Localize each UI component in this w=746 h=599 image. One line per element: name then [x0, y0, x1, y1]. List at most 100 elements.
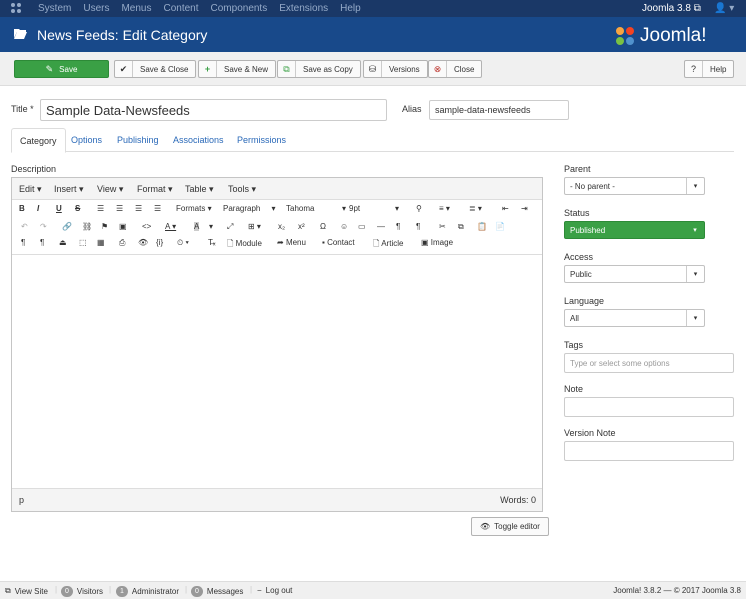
- template-icon[interactable]: ▦: [97, 238, 105, 247]
- note-input[interactable]: [564, 397, 734, 417]
- table-icon[interactable]: ⊞ ▾: [248, 222, 261, 231]
- unlink-icon[interactable]: ⛓: [82, 222, 92, 231]
- version-note-input[interactable]: [564, 441, 734, 461]
- align-justify-icon[interactable]: ☰: [154, 204, 161, 213]
- parent-select[interactable]: - No parent - ▾: [564, 177, 705, 195]
- rtl-icon[interactable]: ¶: [416, 222, 420, 231]
- joomla-logo-icon[interactable]: [10, 2, 22, 14]
- language-select[interactable]: All ▾: [564, 309, 705, 327]
- bullet-list-icon[interactable]: ≡ ▾: [439, 204, 450, 213]
- find-replace-icon[interactable]: ⚲: [416, 204, 422, 213]
- menu-extensions[interactable]: Extensions: [279, 3, 328, 14]
- paste-icon[interactable]: 📋: [477, 222, 487, 231]
- administrator-link[interactable]: 1 Administrator: [116, 586, 179, 597]
- tab-associations[interactable]: Associations: [165, 128, 232, 152]
- save-copy-button[interactable]: ⧉ Save as Copy: [277, 60, 361, 78]
- save-new-button[interactable]: + Save & New: [198, 60, 277, 78]
- preview-icon[interactable]: 👁: [138, 238, 148, 247]
- undo-icon[interactable]: ↶: [21, 222, 28, 231]
- messages-link[interactable]: 0 Messages: [191, 586, 243, 597]
- alias-input[interactable]: sample-data-newsfeeds: [429, 100, 569, 120]
- fullscreen-icon[interactable]: ⤢: [227, 222, 233, 232]
- horizontal-rule-icon[interactable]: —: [377, 222, 385, 231]
- article-button[interactable]: 🗋 Article: [373, 238, 403, 252]
- contact-button[interactable]: ▪ Contact: [322, 238, 355, 247]
- view-site-link[interactable]: ⧉ View Site: [5, 586, 48, 596]
- cut-icon[interactable]: ✂: [439, 222, 446, 231]
- underline-icon[interactable]: U: [56, 204, 62, 213]
- menu-content[interactable]: Content: [163, 3, 198, 14]
- access-select[interactable]: Public ▾: [564, 265, 705, 283]
- tab-publishing[interactable]: Publishing: [109, 128, 167, 152]
- site-version-link[interactable]: Joomla 3.8 ⧉: [642, 3, 701, 14]
- menu-users[interactable]: Users: [83, 3, 109, 14]
- insert-image-icon[interactable]: ▣: [119, 222, 127, 231]
- superscript-icon[interactable]: x²: [298, 222, 305, 231]
- text-color-icon[interactable]: A ▾: [165, 222, 176, 231]
- user-menu[interactable]: 👤 ▾: [714, 3, 734, 14]
- visual-aid-icon[interactable]: ⬚: [79, 238, 87, 247]
- special-char-icon[interactable]: Ω: [320, 222, 326, 231]
- align-left-icon[interactable]: ☰: [97, 204, 104, 213]
- print-icon[interactable]: ⎙: [119, 238, 125, 248]
- subscript-icon[interactable]: x₂: [278, 222, 285, 231]
- code-icon[interactable]: <>: [142, 222, 151, 231]
- align-right-icon[interactable]: ☰: [135, 204, 142, 213]
- close-button[interactable]: ⊗ Close: [428, 60, 483, 78]
- background-color-caret-icon[interactable]: ▾: [209, 222, 213, 231]
- indent-icon[interactable]: ⇥: [521, 204, 528, 213]
- menu-components[interactable]: Components: [211, 3, 268, 14]
- bold-icon[interactable]: B: [19, 204, 25, 213]
- redo-icon[interactable]: ↷: [40, 222, 47, 231]
- strikethrough-icon[interactable]: S: [75, 204, 80, 213]
- editor-menu-table[interactable]: Table ▾: [185, 184, 214, 195]
- background-color-icon[interactable]: A: [194, 222, 200, 231]
- menu-system[interactable]: System: [38, 3, 71, 14]
- save-button[interactable]: ✎ Save: [14, 60, 109, 78]
- paragraph-icon[interactable]: ¶: [21, 238, 25, 247]
- editor-menu-edit[interactable]: Edit ▾: [19, 184, 42, 195]
- editor-menu-format[interactable]: Format ▾: [137, 184, 173, 195]
- code-sample-icon[interactable]: {i}: [156, 238, 163, 247]
- paste-text-icon[interactable]: 📄: [495, 222, 505, 231]
- menu-menus[interactable]: Menus: [121, 3, 151, 14]
- tags-input[interactable]: Type or select some options: [564, 353, 734, 373]
- module-button[interactable]: 🗋 Module: [227, 238, 262, 252]
- clear-formatting-icon[interactable]: T̶ₓ: [208, 238, 216, 247]
- element-path[interactable]: p: [19, 495, 24, 505]
- emoticon-icon[interactable]: ☺: [340, 222, 348, 231]
- datetime-icon[interactable]: ⏲ ▾: [177, 238, 189, 248]
- editor-content-area[interactable]: [12, 254, 542, 488]
- editor-menu-tools[interactable]: Tools ▾: [228, 184, 256, 195]
- editor-menu-view[interactable]: View ▾: [97, 184, 123, 195]
- tab-category[interactable]: Category: [11, 128, 66, 153]
- menu-button[interactable]: ➦ Menu: [277, 238, 306, 247]
- versions-button[interactable]: ⛁ Versions: [363, 60, 428, 78]
- show-blocks-icon[interactable]: ¶: [40, 238, 44, 247]
- font-family-dropdown[interactable]: Tahoma: [286, 204, 314, 213]
- tab-options[interactable]: Options: [63, 128, 110, 152]
- menu-help[interactable]: Help: [340, 3, 361, 14]
- block-format-dropdown[interactable]: Paragraph ▾: [223, 204, 276, 213]
- formats-dropdown[interactable]: Formats ▾: [176, 204, 212, 213]
- italic-icon[interactable]: I: [37, 204, 39, 213]
- save-close-button[interactable]: ✔ Save & Close: [114, 60, 197, 78]
- logout-link[interactable]: − Log out: [257, 586, 292, 595]
- toggle-editor-button[interactable]: 👁 Toggle editor: [471, 517, 549, 536]
- help-button[interactable]: ? Help: [684, 60, 735, 78]
- image-button[interactable]: ▣ Image: [421, 238, 453, 247]
- link-icon[interactable]: 🔗: [62, 222, 72, 231]
- font-family-caret-icon[interactable]: ▾: [342, 204, 346, 213]
- outdent-icon[interactable]: ⇤: [502, 204, 509, 213]
- anchor-icon[interactable]: ⚑: [101, 222, 108, 231]
- status-select[interactable]: Published ▾: [564, 221, 705, 239]
- insert-break-icon[interactable]: ⏏: [59, 238, 67, 247]
- align-center-icon[interactable]: ☰: [116, 204, 123, 213]
- numbered-list-icon[interactable]: ≣ ▾: [469, 204, 482, 213]
- editor-menu-insert[interactable]: Insert ▾: [54, 184, 84, 195]
- font-size-caret-icon[interactable]: ▾: [395, 204, 399, 213]
- ltr-icon[interactable]: ¶: [396, 222, 400, 231]
- visitors-link[interactable]: 0 Visitors: [61, 586, 103, 597]
- copy-text-icon[interactable]: ⧉: [458, 222, 464, 232]
- title-input[interactable]: Sample Data-Newsfeeds: [40, 99, 387, 121]
